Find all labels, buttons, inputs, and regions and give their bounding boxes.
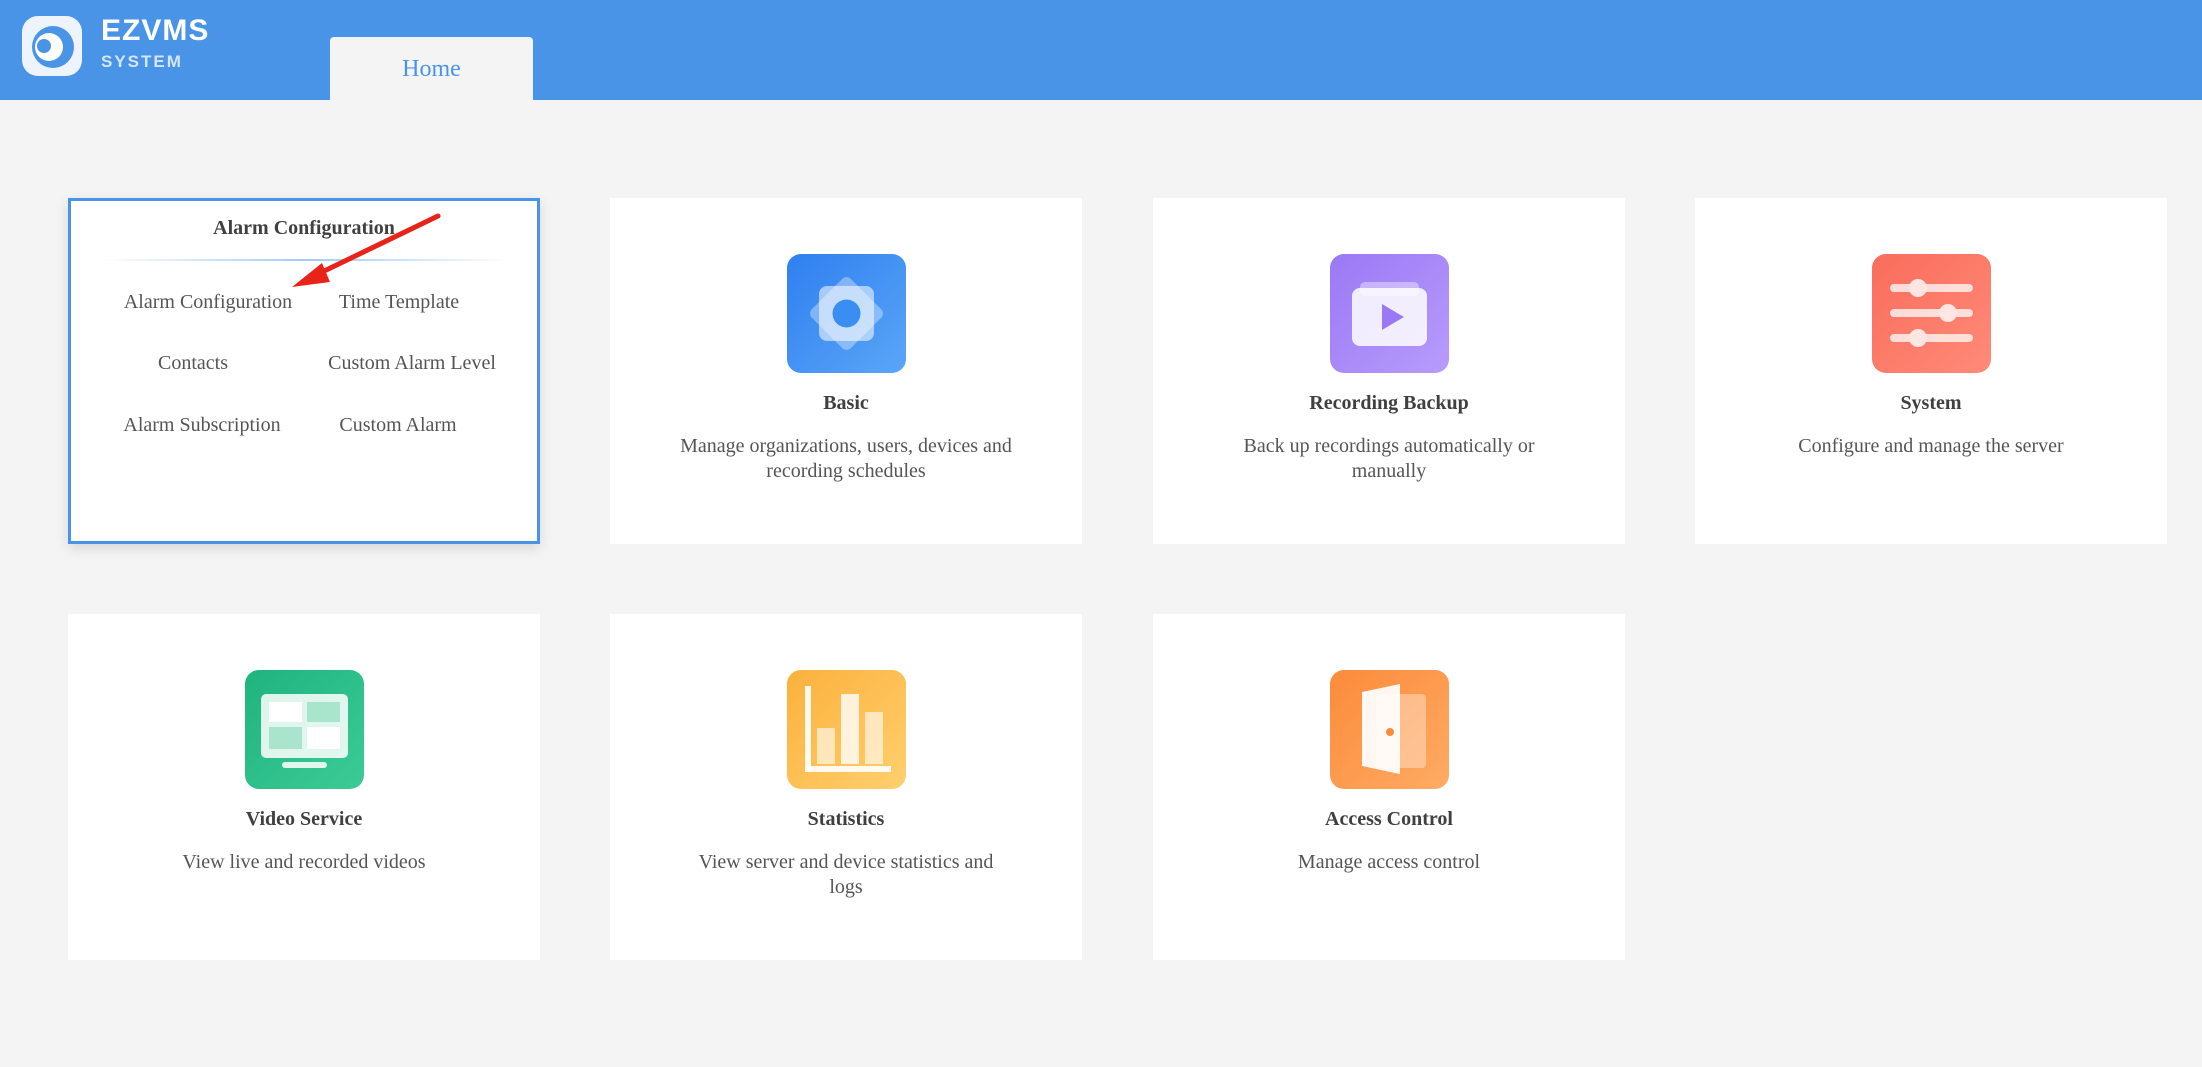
link-alarm-subscription[interactable]: Alarm Subscription: [123, 414, 280, 437]
bar-chart-icon: [787, 670, 906, 789]
system-title: System: [1900, 392, 1962, 414]
monitor-icon: [245, 670, 364, 789]
access-control-title: Access Control: [1325, 808, 1453, 830]
alarm-configuration-card[interactable]: Alarm Configuration Alarm Configuration …: [68, 198, 540, 544]
link-custom-alarm[interactable]: Custom Alarm: [339, 414, 456, 437]
access-control-card[interactable]: Access Control Manage access control: [1153, 614, 1625, 960]
alarm-card-divider: [101, 259, 513, 261]
statistics-title: Statistics: [807, 808, 885, 830]
brand-name: EZVMS: [101, 14, 210, 47]
basic-description: Manage organizations, users, devices and…: [680, 435, 1012, 482]
link-alarm-configuration[interactable]: Alarm Configuration: [124, 291, 292, 314]
statistics-description: View server and device statistics and lo…: [698, 851, 994, 898]
gear-icon: [787, 254, 906, 373]
link-time-template[interactable]: Time Template: [339, 291, 459, 314]
video-service-description: View live and recorded videos: [182, 851, 426, 873]
link-contacts[interactable]: Contacts: [158, 352, 228, 375]
ezvms-logo-icon: [22, 16, 82, 76]
recording-backup-card[interactable]: Recording Backup Back up recordings auto…: [1153, 198, 1625, 544]
access-control-description: Manage access control: [1297, 851, 1481, 873]
system-card[interactable]: System Configure and manage the server: [1695, 198, 2167, 544]
door-icon: [1330, 670, 1449, 789]
top-header: EZVMS SYSTEM Home: [0, 0, 2202, 100]
recording-backup-description: Back up recordings automatically or manu…: [1243, 435, 1535, 482]
statistics-card[interactable]: Statistics View server and device statis…: [610, 614, 1082, 960]
play-icon: [1330, 254, 1449, 373]
video-service-card[interactable]: Video Service View live and recorded vid…: [68, 614, 540, 960]
sliders-icon: [1872, 254, 1991, 373]
brand-subtitle: SYSTEM: [101, 52, 183, 71]
tab-home[interactable]: Home: [330, 37, 533, 100]
recording-backup-title: Recording Backup: [1309, 392, 1469, 414]
alarm-card-title: Alarm Configuration: [213, 217, 395, 239]
link-custom-alarm-level[interactable]: Custom Alarm Level: [328, 352, 496, 375]
system-description: Configure and manage the server: [1798, 435, 2064, 457]
video-service-title: Video Service: [245, 808, 363, 830]
basic-title: Basic: [823, 392, 869, 414]
basic-card[interactable]: Basic Manage organizations, users, devic…: [610, 198, 1082, 544]
